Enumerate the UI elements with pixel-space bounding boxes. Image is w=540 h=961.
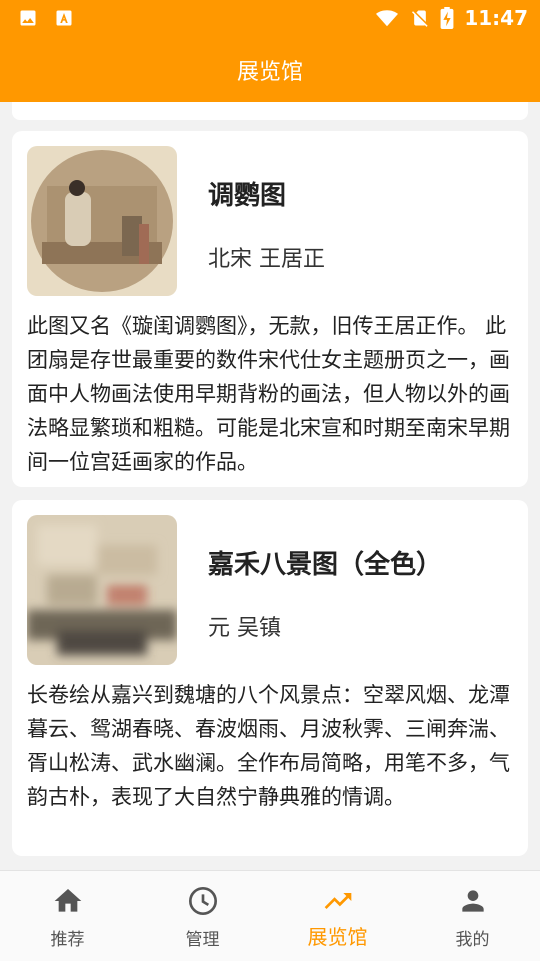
nav-item-label: 推荐 (50, 930, 85, 950)
exhibit-thumbnail (27, 515, 177, 665)
person-icon (461, 890, 484, 912)
exhibit-thumbnail (27, 146, 177, 296)
exhibit-list[interactable]: 调鹦图 北宋 王居正 此图又名《璇闺调鹦图》，无款，旧传王居正作。 此团扇是存世… (0, 102, 540, 870)
nav-item-recommend[interactable]: 推荐 (0, 871, 135, 961)
status-time: 11:47 (464, 6, 528, 30)
exhibit-description: 长卷绘从嘉兴到魏塘的八个风景点：空翠风烟、龙潭暮云、鸳湖春晓、春波烟雨、月波秋霁… (27, 683, 510, 809)
a-box-icon (56, 10, 72, 26)
exhibit-card[interactable]: 调鹦图 北宋 王居正 此图又名《璇闺调鹦图》，无款，旧传王居正作。 此团扇是存世… (12, 131, 528, 487)
exhibit-name: 嘉禾八景图（全色） (208, 550, 443, 580)
nav-item-gallery[interactable]: 展览馆 (270, 871, 405, 961)
nav-item-label: 我的 (455, 930, 490, 950)
nav-item-label: 管理 (185, 930, 220, 950)
wifi-icon (376, 10, 399, 27)
exhibit-description: 此图又名《璇闺调鹦图》，无款，旧传王居正作。 此团扇是存世最重要的数件宋代仕女主… (27, 314, 510, 474)
battery-charging-icon (440, 7, 454, 29)
page-title: 展览馆 (236, 60, 303, 85)
image-icon (20, 10, 36, 26)
exhibit-author: 北宋 王居正 (208, 247, 325, 272)
status-bar: 11:47 (0, 0, 540, 38)
app-bar: 展览馆 (0, 38, 540, 102)
nav-item-mine[interactable]: 我的 (405, 871, 540, 961)
clock-icon (188, 887, 217, 915)
exhibit-card[interactable]: 嘉禾八景图（全色） 元 吴镇 长卷绘从嘉兴到魏塘的八个风景点：空翠风烟、龙潭暮云… (12, 500, 528, 856)
exhibit-name: 调鹦图 (208, 181, 287, 211)
nav-item-manage[interactable]: 管理 (135, 871, 270, 961)
list-item-partial[interactable] (12, 102, 528, 120)
nav-item-label: 展览馆 (307, 925, 368, 949)
bottom-navigation: 推荐 管理 展览馆 我的 (0, 870, 540, 961)
exhibit-author: 元 吴镇 (208, 616, 281, 641)
no-sim-icon (412, 10, 428, 27)
home-icon (54, 889, 81, 912)
trending-up-icon (324, 893, 351, 909)
